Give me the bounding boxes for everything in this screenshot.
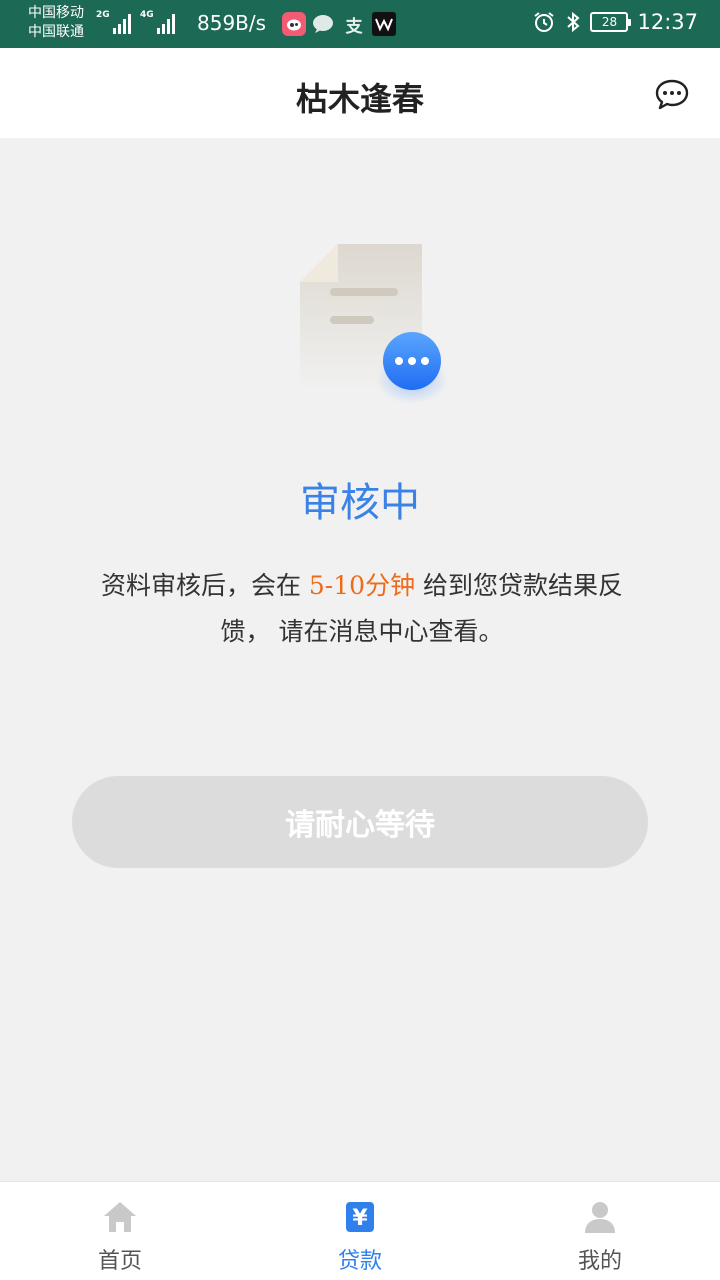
chat-bubble-icon xyxy=(655,79,689,110)
bottom-tab-bar: 首页 ¥ 贷款 我的 xyxy=(0,1181,720,1280)
desc-prefix: 资料审核后，会在 xyxy=(100,571,309,600)
desc-highlight-time: 5-10分钟 xyxy=(308,571,416,600)
tab-home-label: 首页 xyxy=(97,1249,142,1274)
yuan-glyph: ¥ xyxy=(352,1206,368,1231)
message-center-button[interactable] xyxy=(654,78,690,110)
signal-tag-4g: 4G xyxy=(140,10,154,20)
tab-home[interactable]: 首页 xyxy=(0,1182,240,1280)
tab-loan[interactable]: ¥ 贷款 xyxy=(240,1182,480,1280)
review-status: 审核中 xyxy=(300,480,420,526)
tab-mine[interactable]: 我的 xyxy=(480,1182,720,1280)
app-header: 枯木逢春 xyxy=(0,48,720,138)
bluetooth-icon xyxy=(567,11,581,33)
page-title: 枯木逢春 xyxy=(295,80,424,118)
carrier-info: 中国移动 中国联通 xyxy=(28,4,84,42)
wechat-icon xyxy=(312,12,336,36)
battery-icon: 28 xyxy=(590,12,632,32)
network-speed: 859B/s xyxy=(197,11,267,35)
weibo-icon xyxy=(282,12,306,36)
yuan-icon: ¥ xyxy=(346,1202,374,1232)
carrier-1: 中国移动 xyxy=(28,5,84,21)
alarm-icon xyxy=(534,12,555,32)
review-description: 资料审核后，会在 5-10分钟 给到您贷款结果反馈， 请在消息中心查看。 xyxy=(92,563,632,655)
tab-loan-label: 贷款 xyxy=(337,1249,382,1274)
wait-button[interactable]: 请耐心等待 xyxy=(72,776,648,868)
signal-tag-2g: 2G xyxy=(96,10,110,20)
carrier-2: 中国联通 xyxy=(28,24,84,40)
clock: 12:37 xyxy=(637,10,698,34)
tab-mine-label: 我的 xyxy=(577,1249,622,1274)
signal-icon: 4G xyxy=(140,10,177,34)
status-bar: 中国移动 中国联通 2G 4G 859B/s 支 28 12:37 xyxy=(0,0,720,48)
home-icon xyxy=(104,1202,136,1232)
signal-icon: 2G xyxy=(96,10,133,34)
alipay-icon: 支 xyxy=(345,16,363,37)
review-illustration xyxy=(292,240,452,410)
user-icon xyxy=(585,1202,615,1233)
status-right: 28 12:37 xyxy=(532,10,698,34)
notification-icons: 支 xyxy=(282,12,396,37)
app-icon xyxy=(372,12,396,36)
